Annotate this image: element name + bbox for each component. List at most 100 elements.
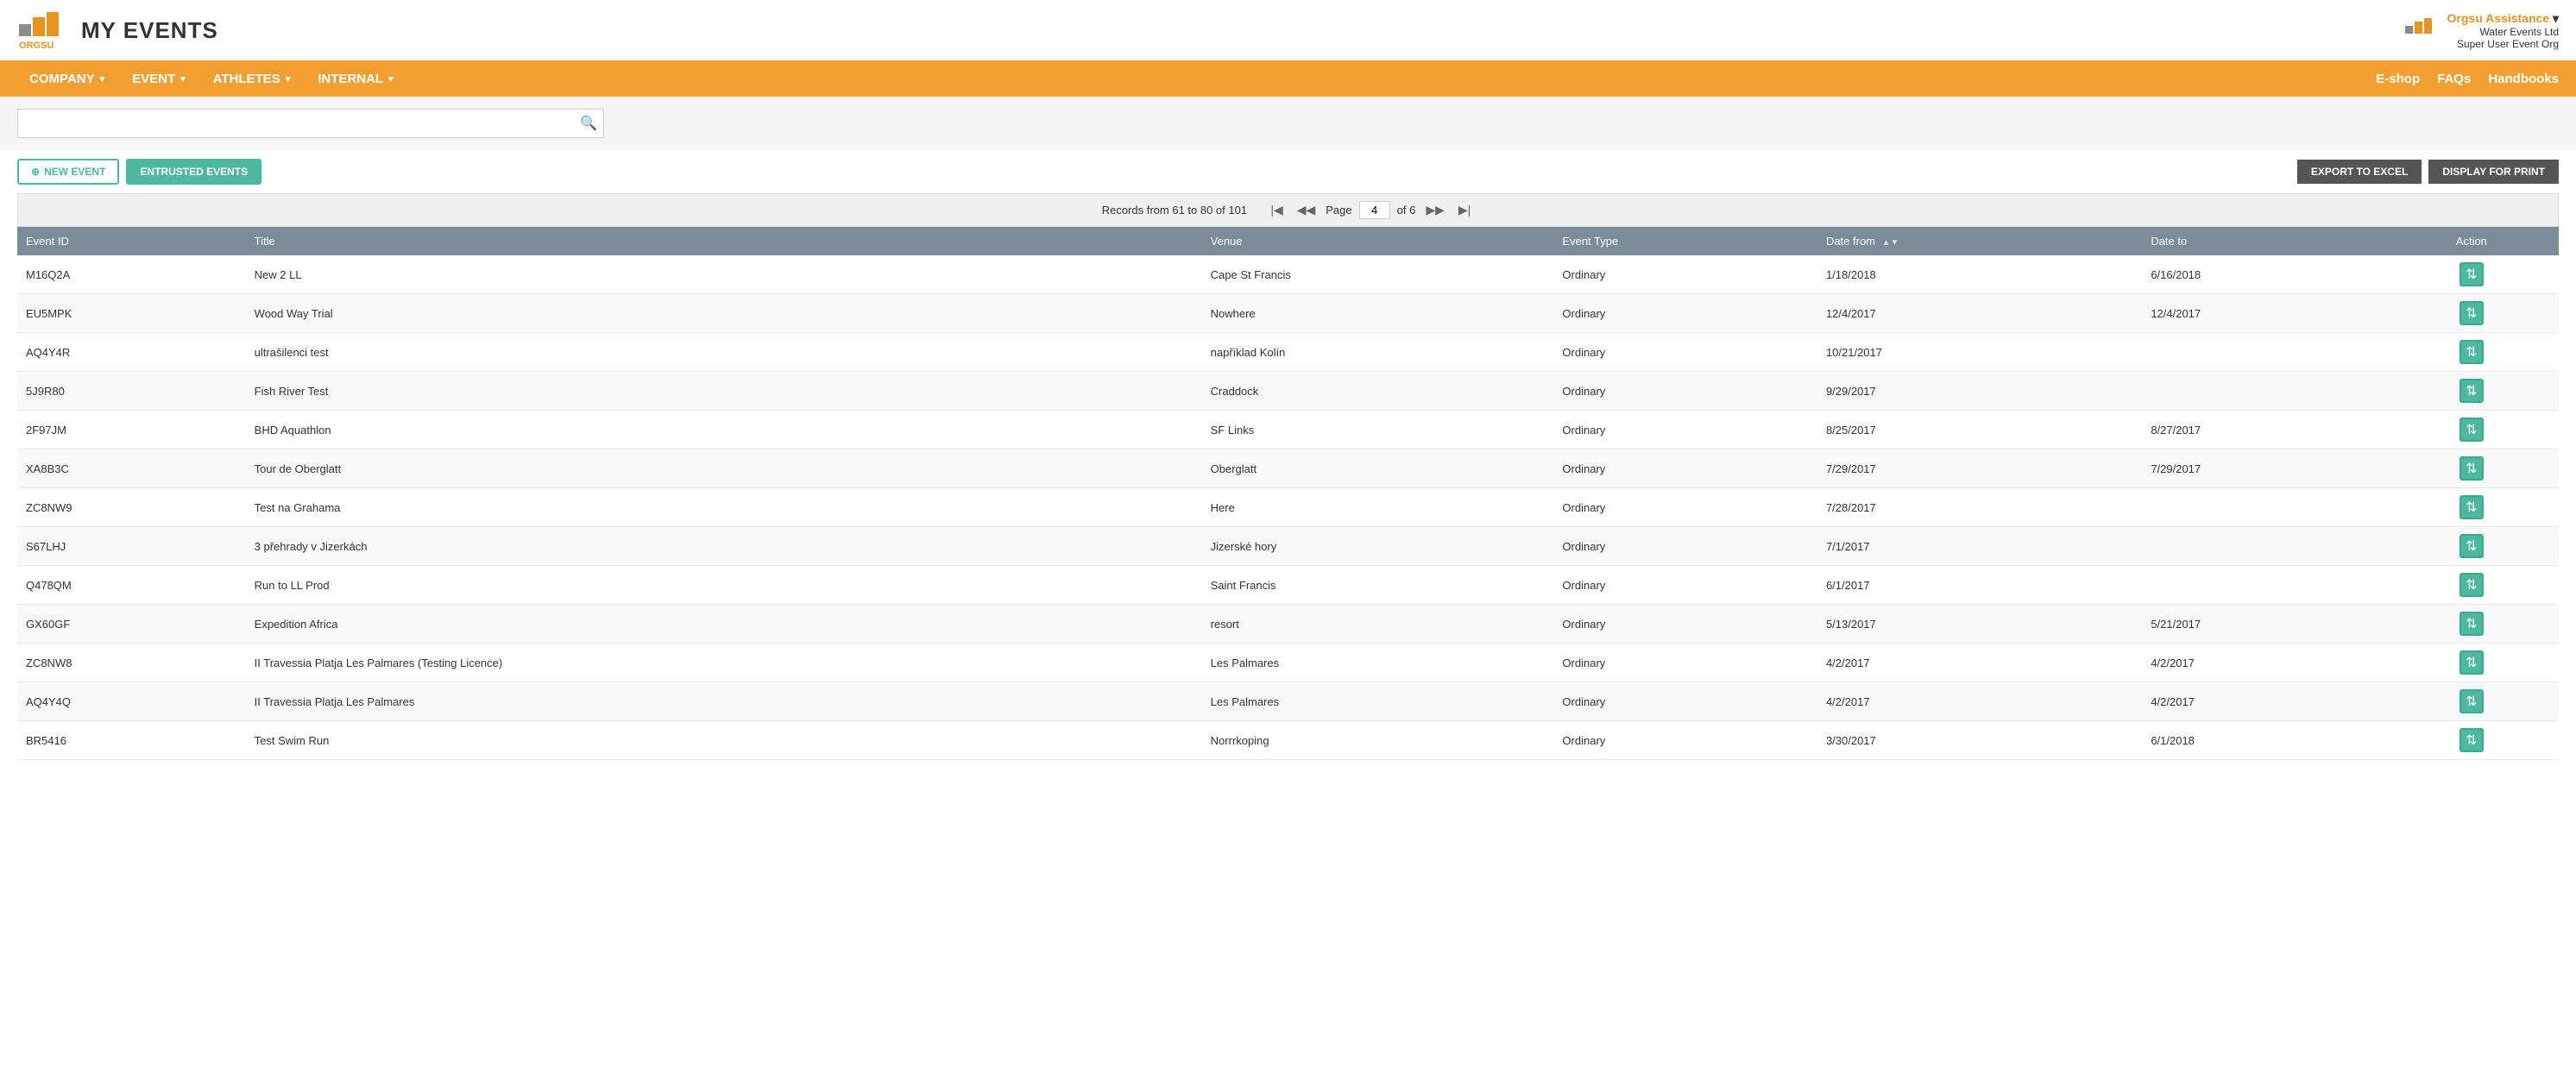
nav-faqs[interactable]: FAQs	[2437, 72, 2471, 86]
col-action: Action	[2384, 227, 2559, 255]
cell-date-to: 12/4/2017	[2142, 294, 2384, 333]
cell-event-id: XA8B3C	[17, 449, 246, 488]
action-button[interactable]: ⇅	[2459, 301, 2484, 325]
table-row: GX60GF Expedition Africa resort Ordinary…	[17, 605, 2559, 644]
cell-date-from: 7/29/2017	[1817, 449, 2142, 488]
action-button[interactable]: ⇅	[2459, 262, 2484, 286]
col-date-to: Date to	[2142, 227, 2384, 255]
action-button[interactable]: ⇅	[2459, 379, 2484, 403]
cell-date-from: 7/1/2017	[1817, 527, 2142, 566]
cell-event-id: Q478QM	[17, 566, 246, 605]
cell-event-id: ZC8NW8	[17, 644, 246, 682]
table-row: XA8B3C Tour de Oberglatt Oberglatt Ordin…	[17, 449, 2559, 488]
prev-page-button[interactable]: ◀◀	[1294, 202, 1319, 218]
of-pages: of 6	[1397, 204, 1416, 217]
cell-title: Test na Grahama	[246, 488, 1202, 527]
cell-event-id: 2F97JM	[17, 411, 246, 449]
nav-eshop[interactable]: E-shop	[2376, 72, 2420, 86]
cell-date-from: 5/13/2017	[1817, 605, 2142, 644]
user-org1: Water Events Ltd	[2447, 26, 2559, 38]
cell-event-id: EU5MPK	[17, 294, 246, 333]
cell-title: Fish River Test	[246, 372, 1202, 411]
cell-event-type: Ordinary	[1553, 605, 1817, 644]
user-info: Orgsu Assistance ▾ Water Events Ltd Supe…	[2447, 11, 2559, 50]
action-button[interactable]: ⇅	[2459, 418, 2484, 442]
action-button[interactable]: ⇅	[2459, 650, 2484, 675]
cell-date-from: 4/2/2017	[1817, 644, 2142, 682]
cell-action: ⇅	[2384, 721, 2559, 760]
table-row: BR5416 Test Swim Run Norrrkoping Ordinar…	[17, 721, 2559, 760]
table-row: S67LHJ 3 přehrady v Jizerkách Jizerské h…	[17, 527, 2559, 566]
event-chevron-icon: ▾	[180, 73, 186, 85]
action-button[interactable]: ⇅	[2459, 340, 2484, 364]
main-content: ⊕ NEW EVENT ENTRUSTED EVENTS EXPORT TO E…	[0, 150, 2576, 769]
entrusted-events-button[interactable]: ENTRUSTED EVENTS	[126, 159, 261, 185]
cell-date-from: 1/18/2018	[1817, 255, 2142, 294]
col-date-from[interactable]: Date from ▲▼	[1817, 227, 2142, 255]
action-button[interactable]: ⇅	[2459, 534, 2484, 558]
table-body: M16Q2A New 2 LL Cape St Francis Ordinary…	[17, 255, 2559, 760]
cell-date-from: 7/28/2017	[1817, 488, 2142, 527]
cell-title: Run to LL Prod	[246, 566, 1202, 605]
user-area: Orgsu Assistance ▾ Water Events Ltd Supe…	[2404, 11, 2559, 50]
table-header: Event ID Title Venue Event Type Date fro…	[17, 227, 2559, 255]
cell-event-type: Ordinary	[1553, 682, 1817, 721]
cell-venue: Jizerské hory	[1202, 527, 1554, 566]
cell-title: Wood Way Trial	[246, 294, 1202, 333]
cell-title: ultrašilenci test	[246, 333, 1202, 372]
cell-event-type: Ordinary	[1553, 333, 1817, 372]
col-venue: Venue	[1202, 227, 1554, 255]
cell-action: ⇅	[2384, 527, 2559, 566]
next-page-button[interactable]: ▶▶	[1422, 202, 1448, 218]
cell-event-id: AQ4Y4R	[17, 333, 246, 372]
cell-date-from: 10/21/2017	[1817, 333, 2142, 372]
cell-venue: Norrrkoping	[1202, 721, 1554, 760]
action-button[interactable]: ⇅	[2459, 728, 2484, 752]
nav-internal[interactable]: INTERNAL▾	[305, 65, 405, 93]
cell-date-from: 12/4/2017	[1817, 294, 2142, 333]
cell-action: ⇅	[2384, 411, 2559, 449]
cell-action: ⇅	[2384, 333, 2559, 372]
cell-venue: Craddock	[1202, 372, 1554, 411]
new-event-button[interactable]: ⊕ NEW EVENT	[17, 159, 119, 185]
cell-date-from: 8/25/2017	[1817, 411, 2142, 449]
logo-area: ORGSU MY EVENTS	[17, 9, 218, 52]
cell-title: New 2 LL	[246, 255, 1202, 294]
action-button[interactable]: ⇅	[2459, 456, 2484, 481]
nav-handbooks[interactable]: Handbooks	[2488, 72, 2559, 86]
table-row: AQ4Y4R ultrašilenci test například Kolín…	[17, 333, 2559, 372]
cell-event-id: BR5416	[17, 721, 246, 760]
cell-action: ⇅	[2384, 644, 2559, 682]
user-display-name[interactable]: Orgsu Assistance ▾	[2447, 11, 2559, 26]
table-row: Q478QM Run to LL Prod Saint Francis Ordi…	[17, 566, 2559, 605]
search-button[interactable]: 🔍	[580, 115, 597, 132]
page-input[interactable]: 4	[1359, 201, 1390, 219]
svg-text:ORGSU: ORGSU	[19, 41, 54, 51]
export-excel-button[interactable]: EXPORT TO EXCEL	[2297, 160, 2422, 184]
nav-athletes[interactable]: ATHLETES▾	[201, 65, 303, 93]
cell-venue: Nowhere	[1202, 294, 1554, 333]
last-page-button[interactable]: ▶|	[1455, 202, 1474, 218]
action-button[interactable]: ⇅	[2459, 612, 2484, 636]
action-button[interactable]: ⇅	[2459, 689, 2484, 713]
cell-event-type: Ordinary	[1553, 449, 1817, 488]
table-row: 2F97JM BHD Aquathlon SF Links Ordinary 8…	[17, 411, 2559, 449]
table-row: AQ4Y4Q II Travessia Platja Les Palmares …	[17, 682, 2559, 721]
search-icon: 🔍	[580, 116, 597, 131]
nav-right: E-shop FAQs Handbooks	[2376, 72, 2559, 86]
cell-action: ⇅	[2384, 294, 2559, 333]
first-page-button[interactable]: |◀	[1267, 202, 1286, 218]
action-button[interactable]: ⇅	[2459, 573, 2484, 597]
cell-event-id: S67LHJ	[17, 527, 246, 566]
cell-title: 3 přehrady v Jizerkách	[246, 527, 1202, 566]
cell-event-type: Ordinary	[1553, 255, 1817, 294]
col-event-id: Event ID	[17, 227, 246, 255]
display-print-button[interactable]: DISPLAY FOR PRINT	[2428, 160, 2559, 184]
nav-company[interactable]: COMPANY▾	[17, 65, 117, 93]
search-wrapper: 🔍	[17, 109, 604, 138]
action-button[interactable]: ⇅	[2459, 495, 2484, 519]
toolbar-left: ⊕ NEW EVENT ENTRUSTED EVENTS	[17, 159, 261, 185]
search-input[interactable]	[17, 109, 604, 138]
cell-title: II Travessia Platja Les Palmares (Testin…	[246, 644, 1202, 682]
nav-event[interactable]: EVENT▾	[120, 65, 198, 93]
